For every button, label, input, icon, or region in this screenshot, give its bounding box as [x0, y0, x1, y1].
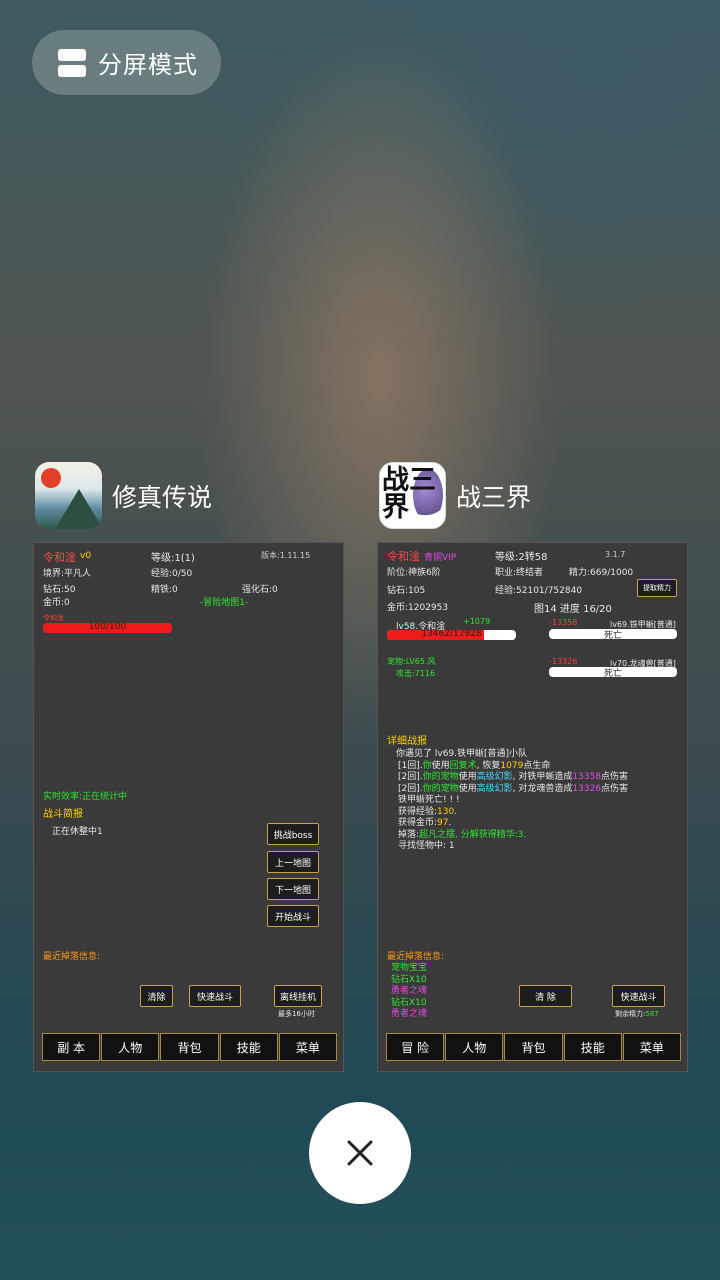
bottom-tabbar: 冒 险 人物 背包 技能 菜单	[386, 1033, 682, 1061]
drops-list: 宠物宝宝 钻石X10 勇者之魂 钻石X10 勇者之魂	[391, 963, 427, 1021]
iron-text: 精铁:0	[151, 585, 178, 595]
tab-menu[interactable]: 菜单	[278, 1033, 338, 1061]
tab-skills[interactable]: 技能	[563, 1033, 622, 1061]
level-text: 等级:1(1)	[151, 553, 195, 564]
drop-item: 勇者之魂	[391, 986, 428, 996]
battle-brief-text: 正在休整中1	[52, 827, 103, 837]
hp-owner: 令和淦	[43, 614, 64, 622]
app-header-zhansanjie[interactable]: 战三界 战三界	[379, 462, 531, 529]
drop-item: 钻石X10	[391, 997, 427, 1008]
player-name: 令和淦	[387, 550, 420, 563]
app-header-xiuzhen[interactable]: 修真传说	[35, 462, 212, 529]
version-text: 3.1.7	[605, 550, 626, 559]
offline-idle-button[interactable]: 离线挂机	[274, 985, 322, 1007]
extract-energy-button[interactable]: 提取精力	[637, 579, 677, 597]
energy-text: 精力:669/1000	[569, 568, 634, 578]
fast-battle-button[interactable]: 快速战斗	[189, 985, 241, 1007]
enemy2-damage: -13326	[549, 657, 578, 666]
exp-text: 经验:52101/752840	[495, 586, 583, 596]
recent-drops-title: 最近掉落信息:	[387, 952, 445, 962]
log-line: [2回].你的宠物使用高级幻影, 对龙魂兽造成13326点伤害	[398, 783, 629, 794]
pet-attack: 攻击:7116	[396, 669, 436, 678]
log-line: 获得金币:97.	[398, 818, 452, 828]
tab-skills[interactable]: 技能	[219, 1033, 278, 1061]
player-hp-bar: 100/100	[43, 623, 172, 633]
recent-drops-title: 最近掉落信息:	[43, 952, 101, 962]
map-title: -冒险地图1-	[200, 598, 249, 608]
close-all-button[interactable]	[309, 1102, 411, 1204]
drop-item: 勇者之魂	[391, 1009, 428, 1019]
split-screen-icon	[58, 48, 86, 77]
split-screen-button[interactable]: 分屏模式	[32, 30, 221, 95]
realm-text: 境界:平凡人	[43, 569, 92, 579]
pet-label: 宠物:LV65.风	[387, 657, 436, 666]
close-icon	[347, 1140, 373, 1166]
bottom-tabbar: 副 本 人物 背包 技能 菜单	[42, 1033, 338, 1061]
gold-text: 金币:0	[43, 598, 70, 608]
battle-brief-title: 战斗简报	[43, 809, 83, 820]
offline-note: 最多16小时	[278, 1010, 315, 1018]
prev-map-button[interactable]: 上一地图	[267, 851, 319, 873]
player-suffix: v0	[80, 551, 92, 561]
split-screen-label: 分屏模式	[98, 51, 198, 79]
job-text: 职业:终结者	[495, 568, 544, 578]
map-progress: 图14 进度 16/20	[534, 604, 612, 615]
tab-bag[interactable]: 背包	[504, 1033, 563, 1061]
rank-text: 阶位:神族6阶	[387, 568, 441, 578]
challenge-boss-button[interactable]: 挑战boss	[267, 823, 319, 845]
player-name: 令和淦	[43, 551, 76, 564]
log-line: 获得经验:130.	[398, 806, 458, 817]
version-text: 版本:1.11.15	[261, 551, 311, 560]
drop-item: 宠物宝宝	[391, 963, 428, 973]
stone-text: 强化石:0	[242, 585, 278, 595]
enemy1-state: 死亡	[603, 631, 622, 639]
tab-menu[interactable]: 菜单	[622, 1033, 682, 1061]
drop-item: 钻石X10	[391, 974, 427, 985]
tab-bag[interactable]: 背包	[160, 1033, 219, 1061]
clear-button[interactable]: 清除	[140, 985, 173, 1007]
app-card-zhansanjie[interactable]: 令和淦 青铜VIP 等级:2转58 3.1.7 阶位:神族6阶 职业:终结者 精…	[377, 542, 688, 1072]
diamond-text: 钻石:105	[387, 586, 426, 596]
log-line: [1回].你使用回复术, 恢复1079点生命	[398, 760, 551, 771]
level-text: 等级:2转58	[495, 552, 548, 563]
log-line: [2回].你的宠物使用高级幻影, 对铁甲蜥造成13358点伤害	[398, 772, 629, 782]
start-battle-button[interactable]: 开始战斗	[267, 905, 319, 927]
self-hp-value: 13462/17928	[421, 630, 482, 639]
log-line: 寻找怪物中: 1	[398, 841, 455, 851]
efficiency-text: 实时效率:正在统计中	[43, 792, 128, 802]
detail-report-title: 详细战报	[387, 736, 427, 747]
enemy2-hp-bar: 死亡	[549, 667, 677, 677]
enemy1-damage: -13358	[549, 618, 578, 627]
enemy2-state: 死亡	[603, 669, 622, 677]
log-line: 铁甲蜥死亡! ! !	[398, 795, 460, 805]
hp-value: 100/100	[88, 623, 127, 632]
exp-text: 经验:0/50	[151, 569, 193, 579]
self-heal: +1079	[463, 617, 491, 626]
enemy1-hp-bar: 死亡	[549, 629, 677, 639]
fast-battle-button[interactable]: 快速战斗	[612, 985, 665, 1007]
diamond-text: 钻石:50	[43, 585, 76, 595]
next-map-button[interactable]: 下一地图	[267, 878, 319, 900]
log-line: 掉落:超凡之摆, 分解获得精华:3.	[398, 829, 527, 840]
tab-character[interactable]: 人物	[445, 1033, 504, 1061]
battle-log: 你遇见了 lv69.铁甲蜥[普通]小队 [1回].你使用回复术, 恢复1079点…	[396, 749, 628, 853]
vip-badge: 青铜VIP	[424, 553, 457, 563]
app-name: 修真传说	[112, 482, 213, 512]
app-card-xiuzhen[interactable]: 令和淦 v0 等级:1(1) 版本:1.11.15 境界:平凡人 经验:0/50…	[33, 542, 344, 1072]
tab-adventure[interactable]: 冒 险	[386, 1033, 445, 1061]
self-hp-bar: 13462/17928	[387, 630, 516, 640]
remaining-energy: 剩余精力:587	[615, 1010, 659, 1018]
gold-text: 金币:1202953	[387, 603, 449, 613]
xiuzhen-app-icon	[35, 462, 102, 529]
app-name: 战三界	[456, 482, 532, 512]
tab-dungeon[interactable]: 副 本	[42, 1033, 101, 1061]
zhansanjie-app-icon: 战三界	[379, 462, 446, 529]
clear-button[interactable]: 清 除	[519, 985, 572, 1007]
log-line: 你遇见了 lv69.铁甲蜥[普通]小队	[396, 749, 528, 759]
tab-character[interactable]: 人物	[101, 1033, 160, 1061]
